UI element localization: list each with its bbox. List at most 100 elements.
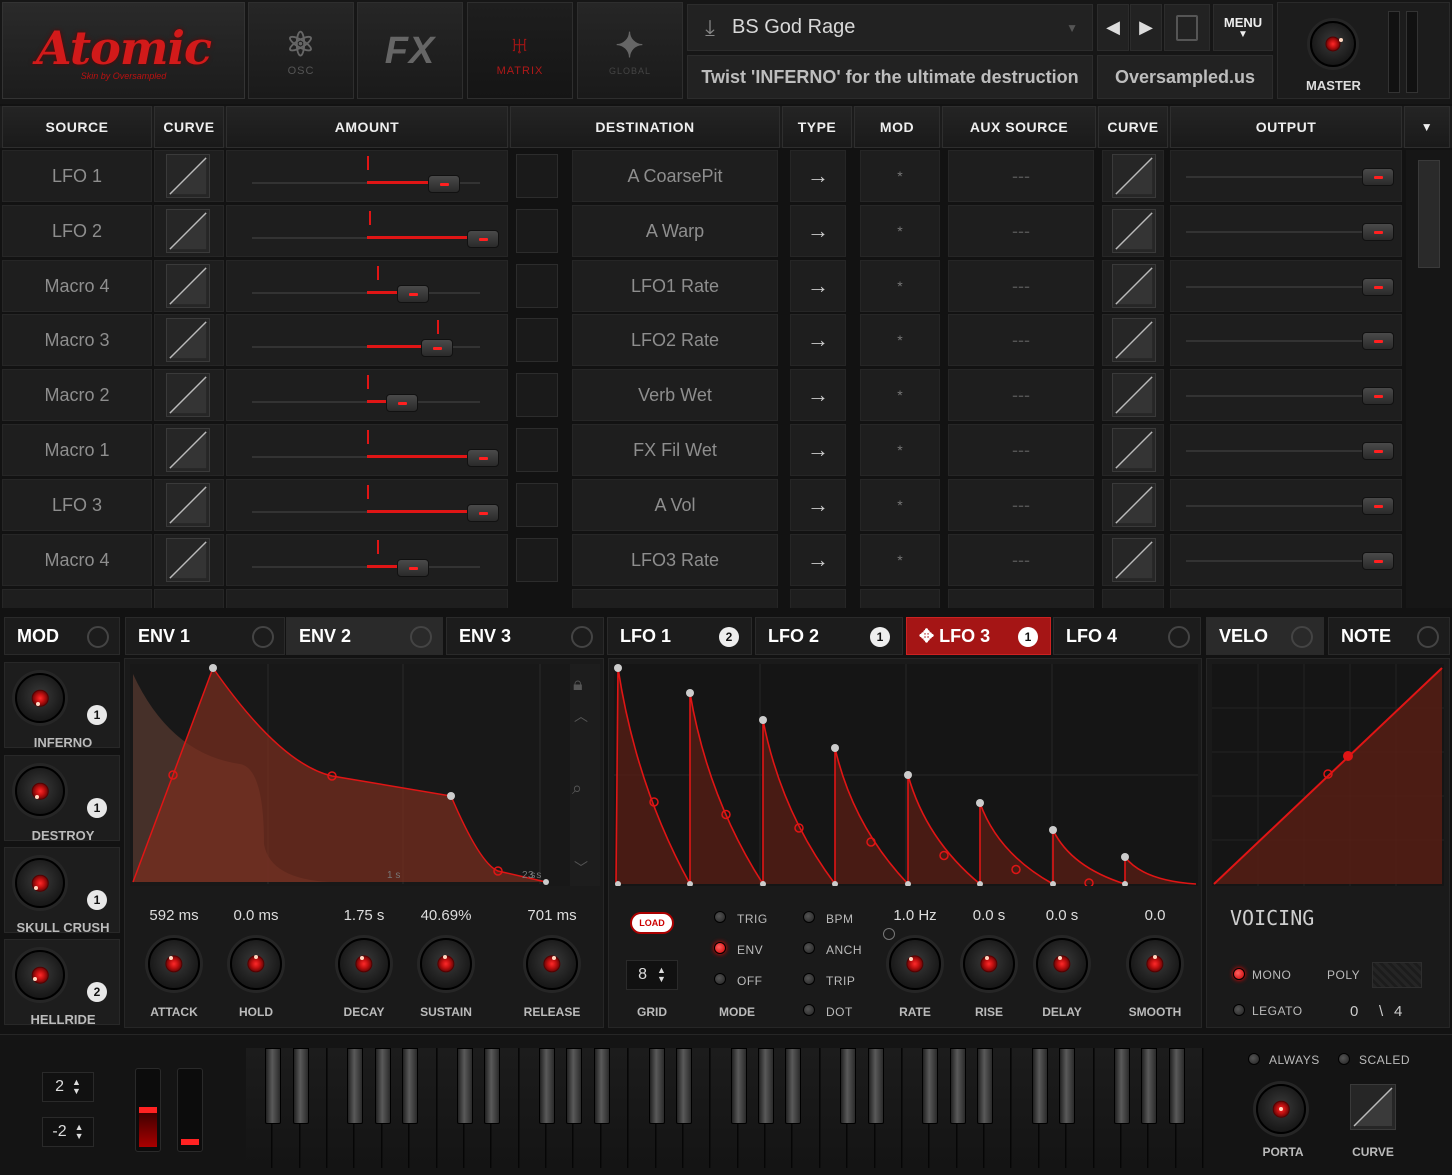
aux-curve-button[interactable] [1112,483,1156,527]
amount-lock-box[interactable] [516,373,558,417]
matrix-scrollbar[interactable] [1406,150,1452,608]
pitch-wheel[interactable] [135,1068,161,1152]
type-cell[interactable]: → [790,205,846,257]
aux-curve-button[interactable] [1112,538,1156,582]
lfo-point[interactable] [976,799,984,807]
aux-curve-button[interactable] [1112,373,1156,417]
black-key[interactable] [402,1048,419,1124]
nav-matrix-button[interactable]: ♅ MATRIX [467,2,573,99]
env-sustain-knob[interactable] [420,938,472,990]
aux-source-cell[interactable]: --- [948,479,1094,531]
search-icon[interactable]: ⌕ [572,778,582,799]
lfo-delay-knob[interactable] [1036,938,1088,990]
black-key[interactable] [758,1048,775,1124]
tab-lfo-4[interactable]: LFO 4 [1053,617,1201,655]
nav-osc-button[interactable]: ⚛ OSC [248,2,354,99]
lfo-point[interactable] [759,716,767,724]
source-curve-button[interactable] [166,483,210,527]
amount-lock-box[interactable] [516,538,558,582]
mod-cell[interactable]: * [860,534,940,586]
envelope-graph[interactable] [130,664,600,886]
black-key[interactable] [265,1048,282,1124]
amount-lock-box[interactable] [516,428,558,472]
mod-cell[interactable]: * [860,150,940,202]
black-key[interactable] [730,1048,747,1124]
chevron-down-icon[interactable]: ﹀ [574,858,588,878]
next-preset-button[interactable]: ▶ [1130,4,1162,51]
source-curve-button[interactable] [166,318,210,362]
black-key[interactable] [949,1048,966,1124]
output-slider-thumb[interactable] [1362,497,1394,515]
output-slider-thumb[interactable] [1362,442,1394,460]
macro-knob[interactable] [15,766,65,816]
lfo-smooth-knob[interactable] [1129,938,1181,990]
source-cell[interactable]: Macro 4 [2,534,152,586]
macro-knob[interactable] [15,858,65,908]
legato-led[interactable] [1233,1004,1245,1016]
destination-cell[interactable]: LFO1 Rate [572,260,778,312]
poly-voices-field[interactable] [1372,962,1422,988]
matrix-cell[interactable] [1102,589,1164,608]
amount-lock-box[interactable] [516,318,558,362]
black-key[interactable] [1059,1048,1076,1124]
matrix-cell[interactable] [1170,589,1402,608]
macro-knob[interactable] [15,673,65,723]
lfo-point[interactable] [904,771,912,779]
output-slider-thumb[interactable] [1362,332,1394,350]
preset-selector[interactable]: ⤓ BS God Rage ▼ [687,4,1093,51]
aux-curve-button[interactable] [1112,318,1156,362]
timing-anch-led[interactable] [803,942,815,954]
timing-dot-led[interactable] [803,1004,815,1016]
destination-cell[interactable]: LFO2 Rate [572,314,778,366]
destination-cell[interactable]: FX Fil Wet [572,424,778,476]
lfo-point[interactable] [1049,826,1057,834]
destination-cell[interactable]: Verb Wet [572,369,778,421]
download-icon[interactable]: ⤓ [688,15,732,41]
source-curve-button[interactable] [166,538,210,582]
scaled-led[interactable] [1338,1053,1350,1065]
matrix-cell[interactable] [226,589,508,608]
env-decay-knob[interactable] [338,938,390,990]
destination-cell[interactable]: A Warp [572,205,778,257]
lfo-rate-knob[interactable] [889,938,941,990]
source-cell[interactable]: LFO 3 [2,479,152,531]
output-slider-track[interactable] [1186,560,1382,562]
timing-bpm-led[interactable] [803,911,815,923]
tab-note[interactable]: NOTE [1328,617,1450,655]
tab-lfo-2[interactable]: LFO 2 1 [755,617,903,655]
black-key[interactable] [840,1048,857,1124]
black-key[interactable] [675,1048,692,1124]
columns-dropdown-icon[interactable]: ▼ [1404,106,1450,148]
tab-velo[interactable]: VELO [1206,617,1324,655]
lock-icon[interactable]: 🔒︎ [573,674,583,695]
amount-slider-thumb[interactable] [421,339,453,357]
mod-wheel[interactable] [177,1068,203,1152]
destination-cell[interactable]: LFO3 Rate [572,534,778,586]
amount-slider-thumb[interactable] [386,394,418,412]
mod-cell[interactable]: * [860,205,940,257]
aux-source-cell[interactable]: --- [948,260,1094,312]
matrix-cell[interactable] [2,589,152,608]
amount-slider-thumb[interactable] [397,559,429,577]
aux-source-cell[interactable]: --- [948,150,1094,202]
output-slider-thumb[interactable] [1362,168,1394,186]
output-slider-thumb[interactable] [1362,223,1394,241]
type-cell[interactable]: → [790,260,846,312]
tab-lfo-1[interactable]: LFO 1 2 [607,617,752,655]
lfo-point[interactable] [686,689,694,697]
lfo-point[interactable] [831,744,839,752]
porta-knob[interactable] [1256,1084,1306,1134]
output-slider-track[interactable] [1186,231,1382,233]
folder-button[interactable] [1164,4,1210,51]
mode-env-led[interactable] [714,942,726,954]
black-key[interactable] [1113,1048,1130,1124]
type-cell[interactable]: → [790,314,846,366]
output-slider-track[interactable] [1186,340,1382,342]
type-cell[interactable]: → [790,369,846,421]
source-cell[interactable]: Macro 1 [2,424,152,476]
black-key[interactable] [484,1048,501,1124]
output-slider-thumb[interactable] [1362,552,1394,570]
aux-source-cell[interactable]: --- [948,424,1094,476]
prev-preset-button[interactable]: ◀ [1097,4,1129,51]
aux-curve-button[interactable] [1112,154,1156,198]
